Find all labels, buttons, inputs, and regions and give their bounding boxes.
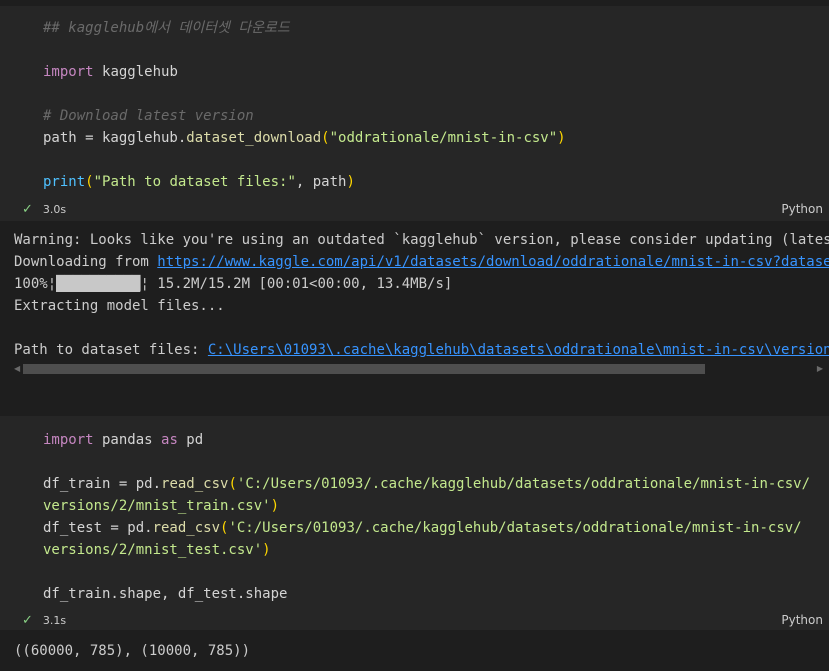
code-test-line-2: versions/2/mnist_test.csv') bbox=[43, 542, 271, 558]
output-downloading: Downloading from https://www.kaggle.com/… bbox=[14, 251, 829, 273]
code-print-line: print("Path to dataset files:", path) bbox=[43, 174, 355, 190]
code-train-line-1: df_train = pd.read_csv('C:/Users/01093/.… bbox=[43, 476, 811, 492]
download-url-link[interactable]: https://www.kaggle.com/api/v1/datasets/d… bbox=[157, 254, 829, 270]
output-horizontal-scrollbar[interactable]: ◀ ▶ bbox=[14, 362, 823, 375]
code-comment-heading: ## kagglehub에서 데이터셋 다운로드 bbox=[43, 20, 290, 36]
execution-time: 3.0s bbox=[42, 202, 67, 216]
code-cell-2[interactable]: import pandas as pd df_train = pd.read_c… bbox=[0, 416, 829, 630]
progress-bar: ██████████ bbox=[56, 276, 141, 292]
execution-time: 3.1s bbox=[42, 613, 67, 627]
cell-status: ✓ 3.1s bbox=[22, 610, 66, 630]
output-warning: Warning: Looks like you're using an outd… bbox=[14, 232, 829, 248]
code-cell-1[interactable]: ## kagglehub에서 데이터셋 다운로드 import kagglehu… bbox=[0, 6, 829, 221]
output-path: Path to dataset files: C:\Users\01093\.c… bbox=[14, 339, 829, 361]
code-test-line-1: df_test = pd.read_csv('C:/Users/01093/.c… bbox=[43, 520, 802, 536]
output-shape-result: ((60000, 785), (10000, 785)) bbox=[14, 643, 251, 659]
scroll-right-icon[interactable]: ▶ bbox=[817, 362, 823, 375]
code-train-line-2: versions/2/mnist_train.csv') bbox=[43, 498, 280, 514]
success-check-icon: ✓ bbox=[22, 201, 33, 217]
code-download-line: path = kagglehub.dataset_download("oddra… bbox=[43, 130, 566, 146]
code-import-line: import kagglehub bbox=[43, 64, 178, 80]
cell-language-label[interactable]: Python bbox=[781, 613, 823, 627]
scroll-left-icon[interactable]: ◀ bbox=[14, 362, 20, 375]
code-comment-download: # Download latest version bbox=[43, 108, 254, 124]
output-progress: 100%¦██████████¦ 15.2M/15.2M [00:01<00:0… bbox=[14, 276, 453, 292]
output-extracting: Extracting model files... bbox=[14, 298, 225, 314]
scrollbar-thumb[interactable] bbox=[23, 364, 705, 374]
cell-language-label[interactable]: Python bbox=[781, 202, 823, 216]
success-check-icon: ✓ bbox=[22, 612, 33, 628]
cell-status: ✓ 3.0s bbox=[22, 199, 66, 219]
dataset-path-link[interactable]: C:\Users\01093\.cache\kagglehub\datasets… bbox=[208, 342, 829, 358]
code-import-pandas: import pandas as pd bbox=[43, 432, 204, 448]
code-shape-line: df_train.shape, df_test.shape bbox=[43, 586, 288, 602]
